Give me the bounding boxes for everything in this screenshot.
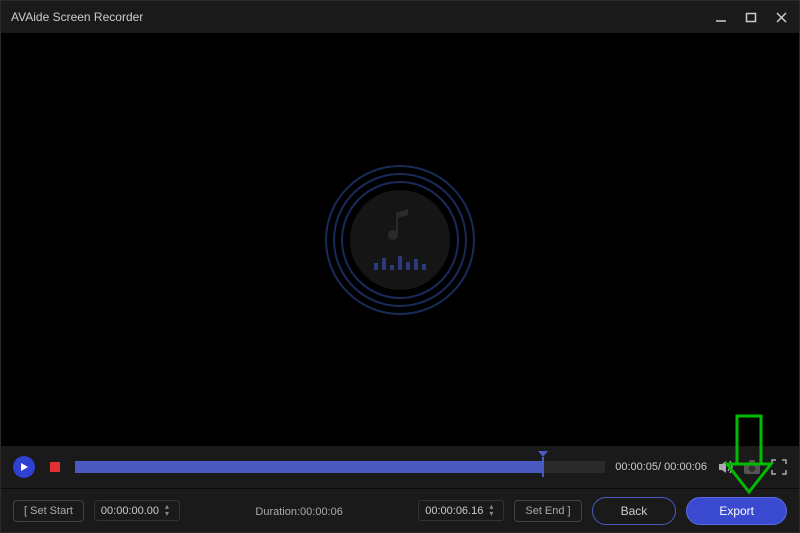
duration-label: Duration:00:00:06 [255, 506, 342, 518]
close-button[interactable] [773, 9, 789, 25]
maximize-button[interactable] [743, 9, 759, 25]
minimize-button[interactable] [713, 9, 729, 25]
titlebar: AVAide Screen Recorder [1, 1, 799, 33]
clip-controls: [ Set Start 00:00:00.00 ▴▾ Duration:00:0… [1, 488, 799, 532]
fullscreen-button[interactable] [771, 459, 787, 475]
window-controls [713, 9, 789, 25]
set-start-button[interactable]: [ Set Start [13, 500, 84, 522]
chevron-down-icon[interactable]: ▾ [489, 511, 497, 517]
export-button[interactable]: Export [686, 497, 787, 525]
chevron-down-icon[interactable]: ▾ [165, 511, 173, 517]
play-button[interactable] [13, 456, 35, 478]
volume-icon[interactable] [717, 459, 735, 475]
set-end-button[interactable]: Set End ] [514, 500, 581, 522]
app-title: AVAide Screen Recorder [11, 10, 713, 24]
stop-button[interactable] [45, 457, 65, 477]
audio-visualizer [325, 165, 475, 315]
playback-controls: 00:00:05/ 00:00:06 [1, 446, 799, 488]
start-time-input[interactable]: 00:00:00.00 ▴▾ [94, 500, 180, 521]
back-button[interactable]: Back [592, 497, 677, 525]
time-display: 00:00:05/ 00:00:06 [615, 461, 707, 473]
end-time-input[interactable]: 00:00:06.16 ▴▾ [418, 500, 504, 521]
preview-area [1, 33, 799, 446]
snapshot-button[interactable] [743, 459, 763, 475]
timeline-slider[interactable] [75, 461, 605, 473]
